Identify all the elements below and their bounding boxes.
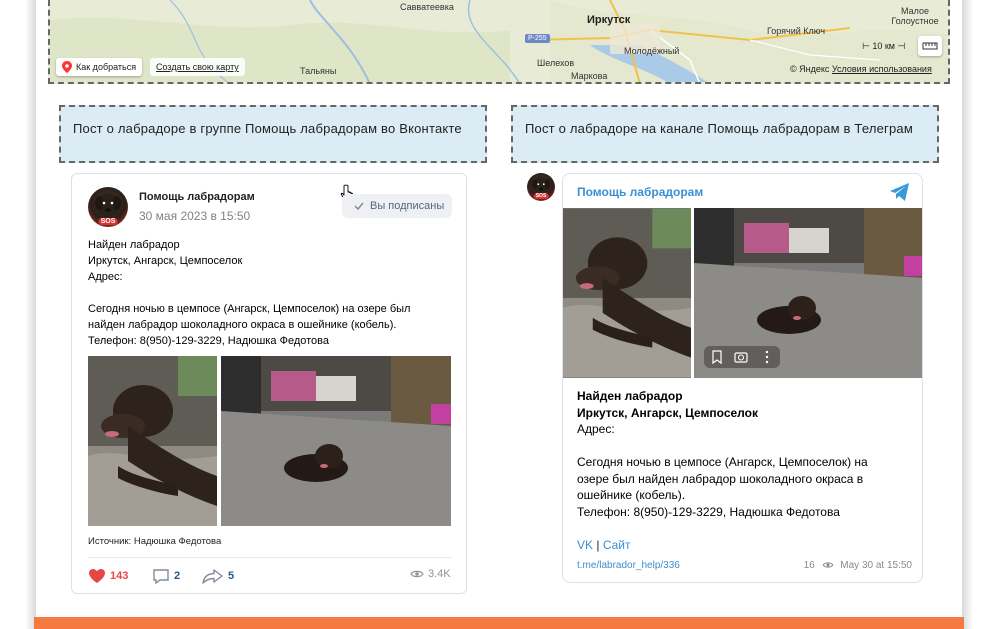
tg-text-line [577, 438, 868, 455]
ruler-button[interactable] [918, 36, 942, 56]
tg-post-links: VK | Сайт [577, 538, 631, 552]
vk-text-line: Сегодня ночью в цемпосе (Ангарск, Цемпос… [88, 303, 411, 315]
comment-icon [153, 569, 169, 584]
tg-channel-avatar[interactable]: SOS [527, 173, 555, 201]
vk-actions-divider [88, 557, 452, 558]
tg-text-line: озере был найден лабрадор шоколадного ок… [577, 471, 864, 486]
views-count: 3.4K [428, 568, 451, 580]
vk-text-line: Иркутск, Ангарск, Цемпоселок [88, 255, 243, 267]
vk-text-line: найден лабрадор шоколадного окраса в оше… [88, 319, 397, 331]
avatar-sos-badge: SOS [98, 218, 118, 225]
share-count: 5 [228, 570, 235, 582]
tg-text-line-bold: Найден лабрадор [577, 389, 683, 403]
photo-tools-icons [712, 350, 769, 365]
map-place-maloe-golustnoe: Малое Голоустное [891, 6, 939, 26]
footer-accent-bar [34, 617, 964, 629]
subscribed-label: Вы подписаны [370, 200, 445, 212]
vk-section-header: Пост о лабрадоре в группе Помощь лабрадо… [59, 105, 487, 163]
map-place-goryachiy-klyuch: Горячий Ключ [767, 26, 826, 36]
avatar-sos-badge: SOS [533, 193, 549, 199]
page-shadow-left [0, 0, 36, 629]
map-scale-label: 10 км [872, 41, 895, 51]
map-place-talyany: Тальяны [300, 66, 337, 76]
check-icon [354, 202, 364, 211]
ruler-icon [922, 42, 938, 50]
map-place-savvateevka: Савватеевка [400, 2, 454, 12]
tg-text-line: ошейнике (кобель). [577, 488, 686, 502]
vk-text-line: Адрес: [88, 271, 123, 283]
tg-post-url[interactable]: t.me/labrador_help/336 [577, 560, 680, 571]
tg-text-line: Адрес: [577, 422, 615, 436]
tg-post-text: Найден лабрадор Иркутск, Ангарск, Цемпос… [577, 388, 868, 520]
share-icon [202, 569, 223, 584]
telegram-icon[interactable] [889, 182, 911, 202]
tg-post-meta: 16 May 30 at 15:50 [804, 560, 912, 571]
tg-photo-dog-lying[interactable] [563, 208, 691, 378]
vk-group-name[interactable]: Помощь лабрадорам [139, 191, 255, 203]
vk-text-line: Найден лабрадор [88, 239, 180, 251]
vk-photo-dog-yard[interactable] [221, 356, 451, 526]
tg-text-line-bold: Иркутск, Ангарск, Цемпоселок [577, 405, 758, 420]
comment-button[interactable]: 2 [152, 568, 180, 584]
dog-photo-image [563, 208, 691, 378]
like-count: 143 [110, 570, 129, 582]
dog-photo-image [88, 356, 217, 526]
tg-text-line: Телефон: 8(950)-129-3229, Надюшка Федото… [577, 504, 840, 519]
map-copyright: © Яндекс Условия использования [790, 64, 932, 74]
tg-channel-name[interactable]: Помощь лабрадорам [577, 185, 703, 199]
vk-group-avatar[interactable]: SOS [88, 187, 128, 227]
vk-link[interactable]: VK [577, 538, 593, 552]
views-counter: 3.4K [410, 568, 451, 580]
comment-count: 2 [174, 570, 181, 582]
vk-post-date[interactable]: 30 мая 2023 в 15:50 [139, 209, 250, 223]
like-button[interactable]: 143 [88, 568, 128, 584]
yandex-map[interactable]: Савватеевка Иркутск Молодёжный Шелехов М… [48, 0, 950, 84]
map-place-molodezhny: Молодёжный [624, 46, 680, 56]
tg-text-line: Сегодня ночью в цемпосе (Ангарск, Цемпос… [577, 455, 868, 469]
map-place-irkutsk: Иркутск [587, 14, 631, 26]
vk-post-source: Источник: Надюшка Федотова [88, 536, 222, 547]
heart-icon [89, 569, 105, 583]
link-separator: | [593, 538, 603, 552]
vk-photo-dog-lying[interactable] [88, 356, 217, 526]
terms-link[interactable]: Условия использования [832, 64, 932, 74]
map-road-badge: Р-255 [525, 34, 550, 43]
vk-text-line [88, 285, 410, 301]
dog-yard-photo-image [221, 356, 451, 526]
map-place-shelekhov: Шелехов [537, 58, 575, 68]
tg-post-date: May 30 at 15:50 [840, 560, 912, 571]
vk-post-actions: 143 2 5 3.4K [88, 566, 452, 588]
site-link[interactable]: Сайт [603, 538, 631, 552]
page-shadow-right [962, 0, 1000, 629]
map-place-markova: Маркова [571, 71, 608, 81]
vk-post-text: Найден лабрадор Иркутск, Ангарск, Цемпос… [88, 237, 410, 349]
create-map-link[interactable]: Создать свою карту [150, 58, 245, 76]
copyright-prefix: © Яндекс [790, 64, 830, 74]
camera-icon[interactable] [734, 352, 748, 363]
tg-views-count: 16 [803, 560, 815, 571]
tg-section-header: Пост о лабрадоре на канале Помощь лабрад… [511, 105, 939, 163]
route-button[interactable]: Как добраться [56, 58, 143, 76]
eye-icon [410, 570, 424, 578]
bookmark-icon[interactable] [712, 350, 722, 365]
more-icon[interactable] [765, 350, 769, 354]
vk-post-card: SOS Помощь лабрадорам 30 мая 2023 в 15:5… [71, 173, 467, 594]
eye-icon [822, 562, 833, 568]
route-button-label: Как добраться [76, 62, 137, 72]
photo-tools-overlay [704, 346, 780, 368]
location-pin-icon [62, 61, 72, 73]
subscribed-button[interactable]: Вы подписаны [342, 194, 452, 218]
share-button[interactable]: 5 [202, 568, 234, 584]
map-scale: ⊢ 10 км ⊣ [862, 41, 906, 51]
tg-post-card: Помощь лабрадорам Найден лабрадор Иркутс… [562, 173, 923, 583]
vk-text-line: Телефон: 8(950)-129-3229, Надюшка Федото… [88, 335, 329, 347]
